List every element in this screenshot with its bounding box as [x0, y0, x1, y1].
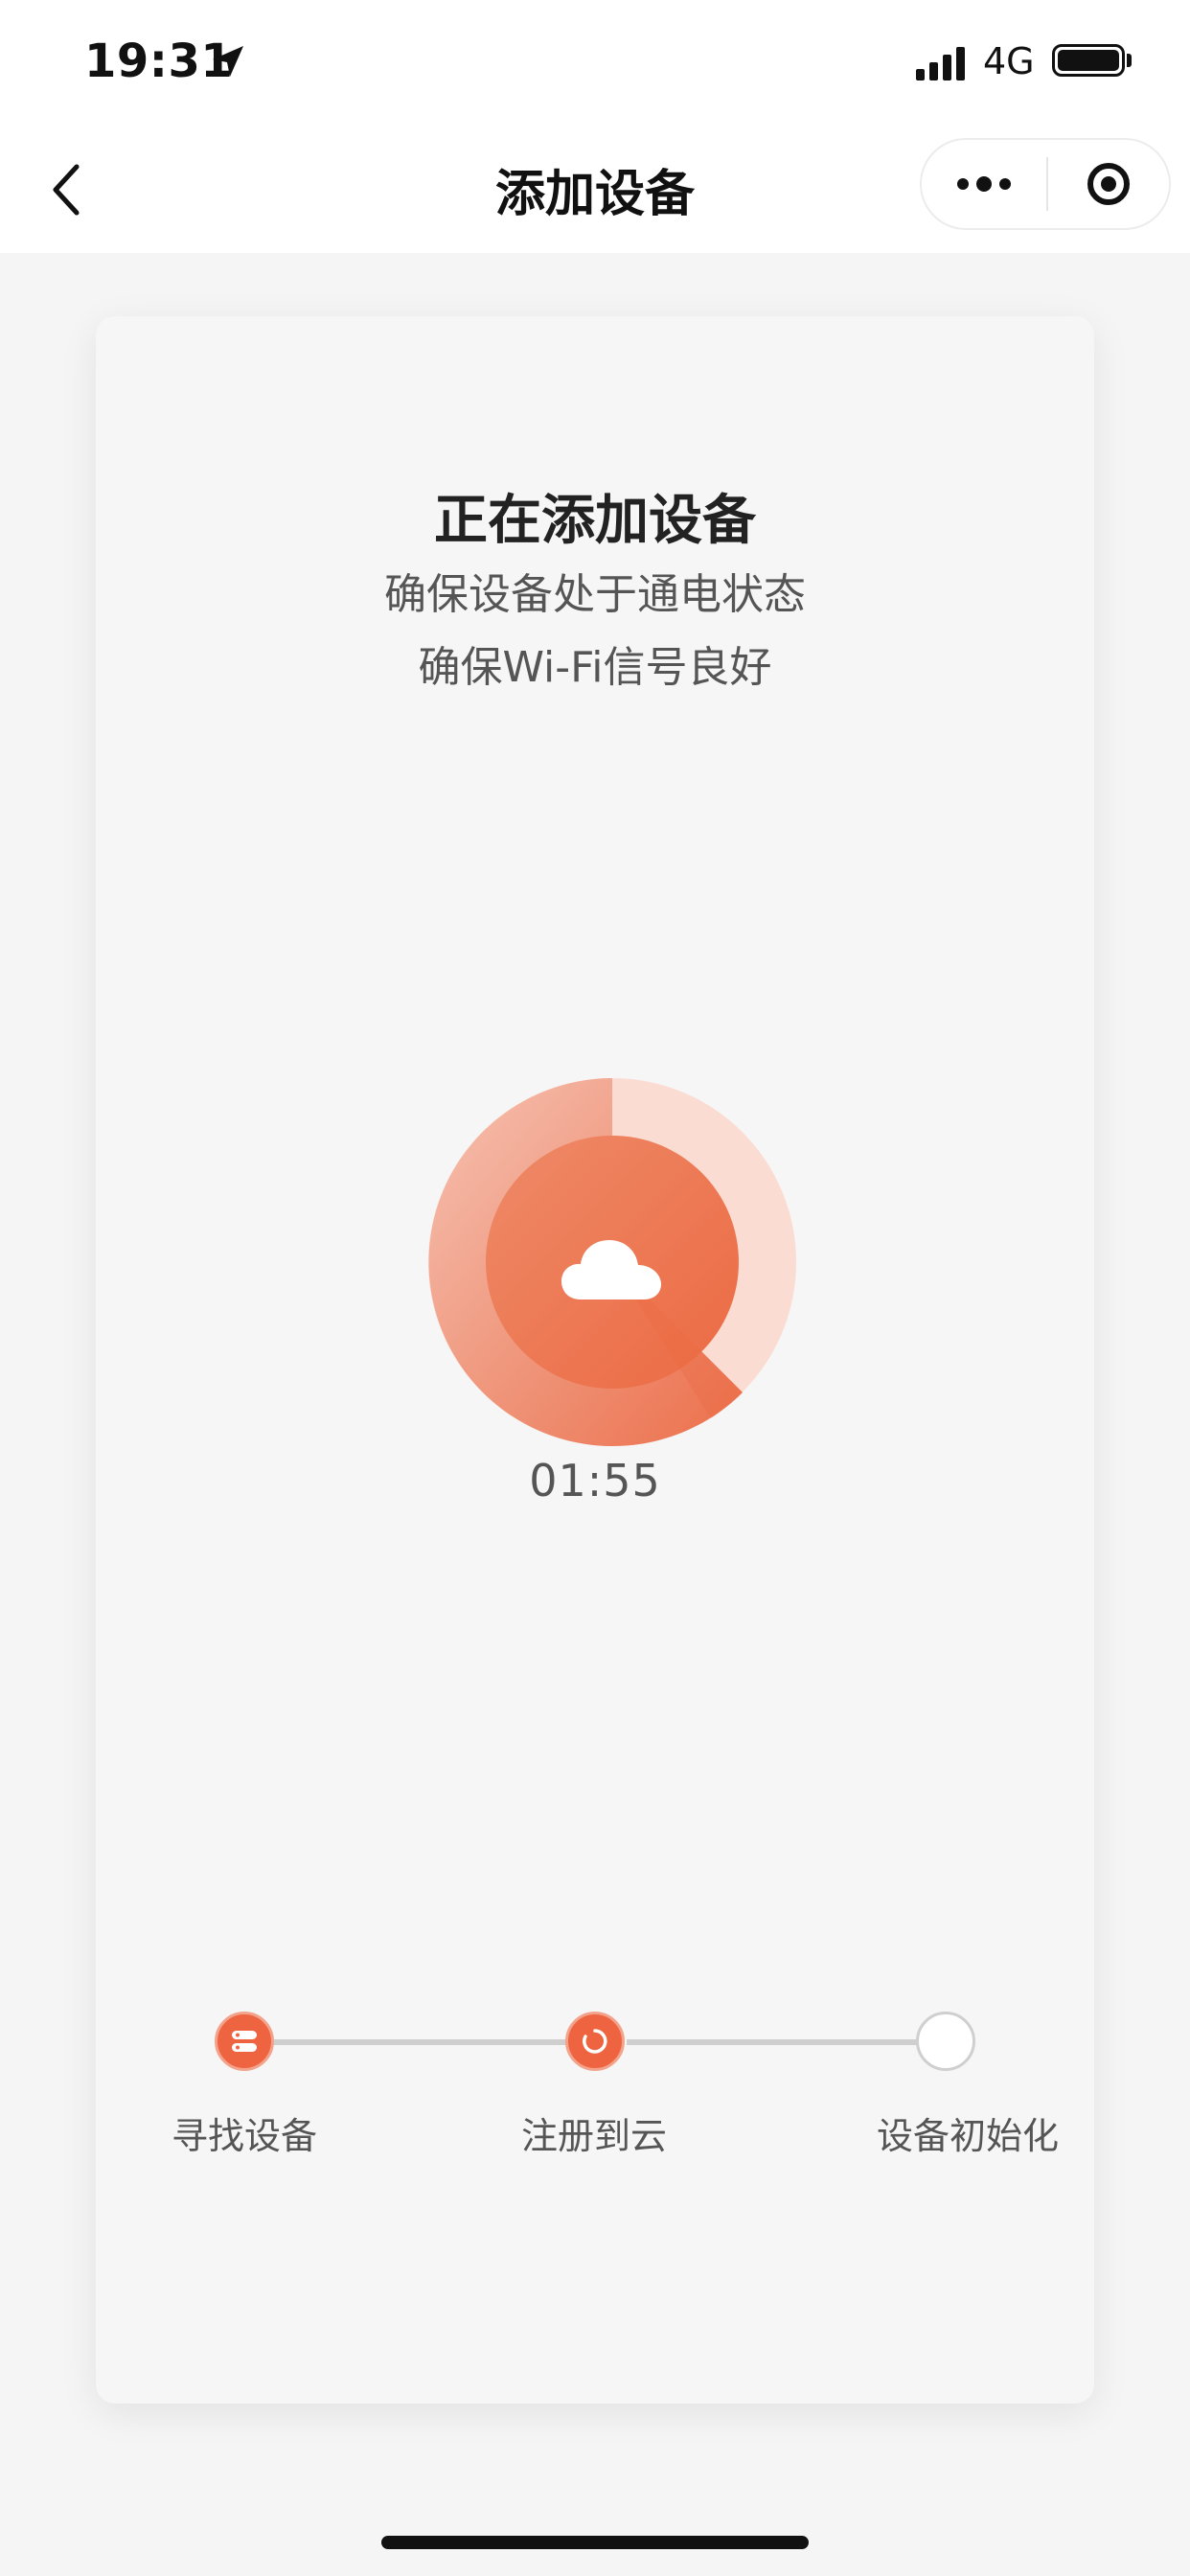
more-dots-icon	[957, 178, 969, 190]
target-close-icon	[1087, 163, 1130, 205]
network-type: 4G	[983, 40, 1035, 82]
cellular-signal-icon	[916, 46, 970, 80]
home-indicator[interactable]	[381, 2536, 809, 2549]
step-label-find-device: 寻找设备	[171, 2115, 317, 2157]
step-connector-1	[243, 2039, 567, 2045]
step-find-device-indicator	[215, 2012, 274, 2071]
battery-icon	[1052, 44, 1125, 77]
close-miniprogram-button[interactable]	[1048, 140, 1169, 228]
tip-power: 确保设备处于通电状态	[384, 570, 806, 619]
battery-cap	[1127, 54, 1132, 67]
spinner-icon	[583, 2029, 607, 2054]
countdown-timer: 01:55	[529, 1455, 661, 1506]
cloud-icon	[561, 1240, 661, 1300]
server-icon	[232, 2031, 257, 2052]
status-bar: 19:31 4G	[0, 0, 1190, 126]
add-device-card: 正在添加设备 确保设备处于通电状态 确保Wi-Fi信号良好 01:55 寻找设备…	[96, 316, 1094, 2404]
step-connector-2	[627, 2039, 924, 2045]
tip-wifi: 确保Wi-Fi信号良好	[418, 643, 772, 692]
location-arrow-icon	[213, 46, 243, 77]
step-label-register-cloud: 注册到云	[520, 2115, 667, 2157]
navigation-bar: 添加设备	[0, 126, 1190, 253]
step-label-initialize: 设备初始化	[876, 2115, 1059, 2157]
card-title: 正在添加设备	[434, 490, 756, 552]
menu-capsule	[920, 138, 1171, 230]
step-initialize-indicator	[916, 2012, 975, 2071]
step-register-cloud-indicator	[565, 2012, 625, 2071]
more-button[interactable]	[922, 140, 1046, 228]
